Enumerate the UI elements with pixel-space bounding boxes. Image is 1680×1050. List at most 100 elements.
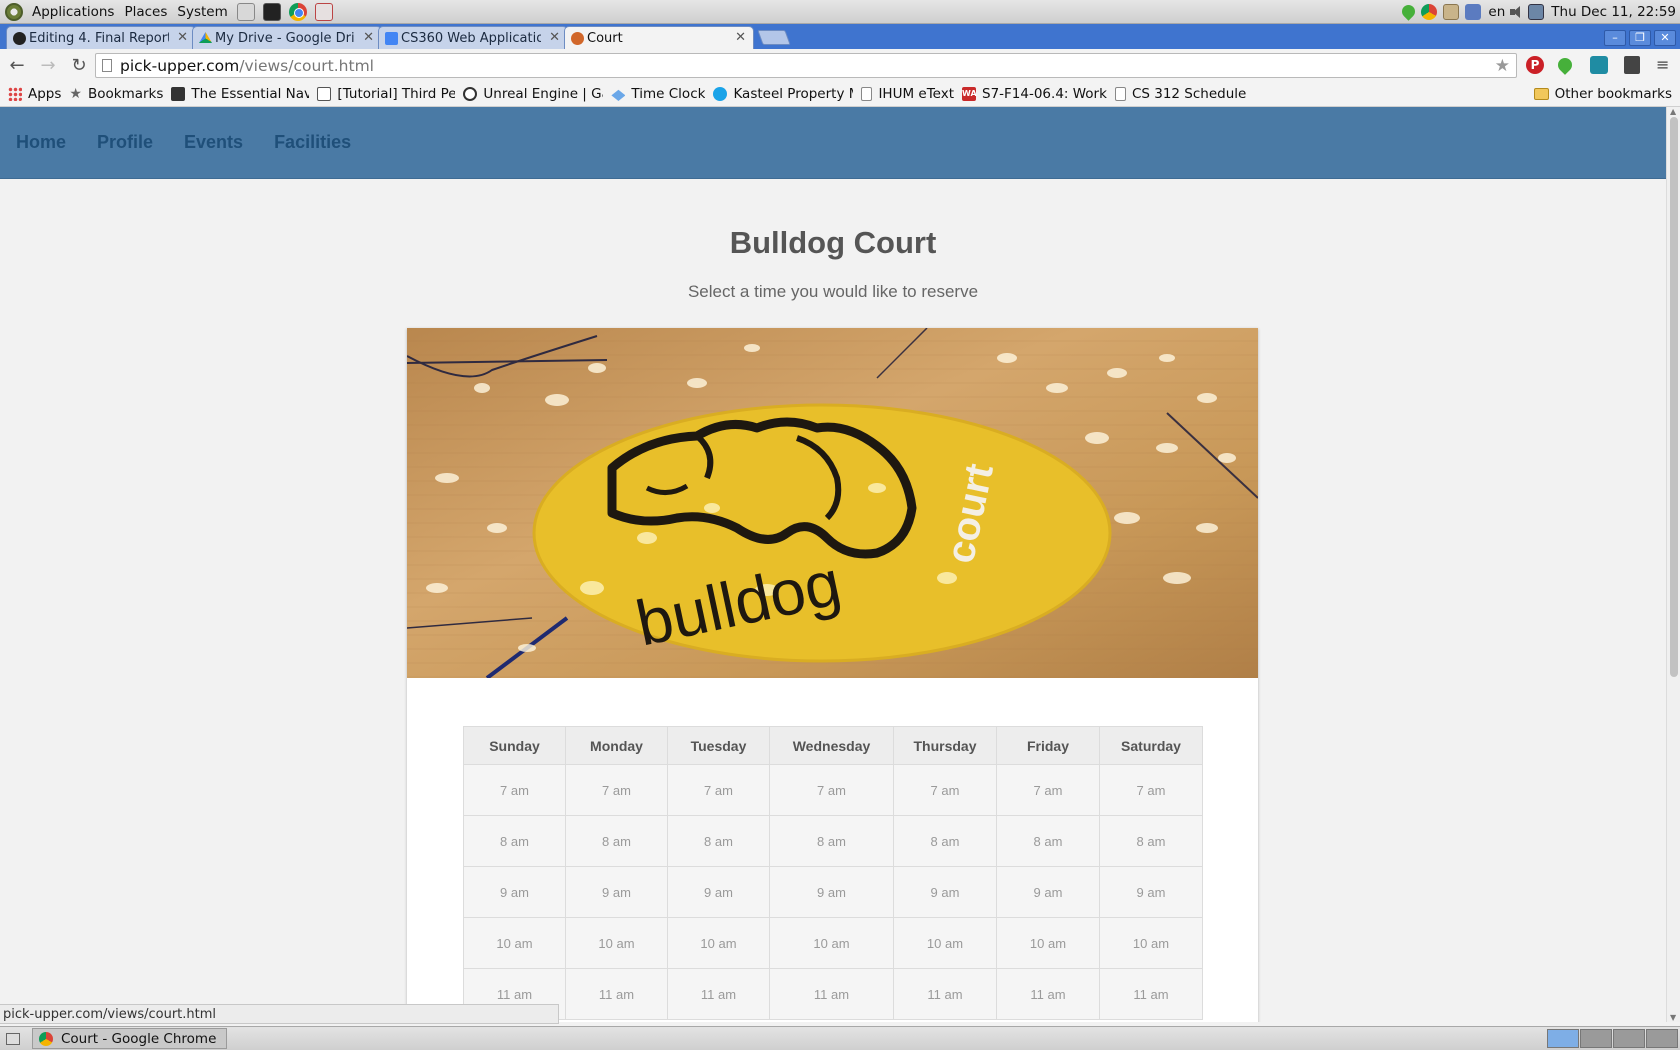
- bookmark-item[interactable]: [Tutorial] Third Per: [317, 86, 455, 102]
- address-bar[interactable]: pick-upper.com/views/court.html ★: [95, 53, 1517, 78]
- time-slot-thursday[interactable]: 7 am: [893, 764, 997, 816]
- time-slot-thursday[interactable]: 11 am: [893, 968, 997, 1020]
- pinterest-extension-icon[interactable]: P: [1526, 56, 1544, 74]
- minimize-window-icon[interactable]: –: [1604, 30, 1626, 46]
- panel-clock[interactable]: Thu Dec 11, 22:59: [1551, 4, 1676, 20]
- close-tab-icon[interactable]: ✕: [177, 30, 188, 45]
- back-arrow-icon[interactable]: ←: [3, 53, 31, 79]
- page-scrollbar[interactable]: ▲ ▼: [1666, 107, 1680, 1022]
- nav-link-home[interactable]: Home: [16, 132, 66, 153]
- chrome-launcher-icon[interactable]: [288, 2, 307, 21]
- bookmark-item[interactable]: WA S7-F14-06.4: Work: [962, 86, 1107, 102]
- time-slot-tuesday[interactable]: 8 am: [667, 815, 770, 867]
- other-bookmarks-folder[interactable]: Other bookmarks: [1533, 86, 1672, 102]
- evernote-extension-icon[interactable]: [1555, 55, 1575, 75]
- time-slot-friday[interactable]: 9 am: [996, 866, 1100, 918]
- time-slot-wednesday[interactable]: 9 am: [769, 866, 894, 918]
- browser-tab-active[interactable]: Court ✕: [564, 26, 754, 49]
- time-slot-tuesday[interactable]: 9 am: [667, 866, 770, 918]
- workspace-3[interactable]: [1613, 1029, 1645, 1048]
- bookmark-star-icon[interactable]: ★: [1495, 56, 1510, 76]
- scroll-down-arrow-icon[interactable]: ▼: [1670, 1013, 1676, 1022]
- bookmark-apps[interactable]: Apps: [8, 86, 61, 102]
- new-tab-button[interactable]: [757, 30, 791, 45]
- applications-menu[interactable]: Applications: [27, 4, 119, 20]
- volume-icon[interactable]: [1509, 5, 1525, 19]
- bookmark-folder-bookmarks[interactable]: ★ Bookmarks: [69, 86, 163, 102]
- time-slot-friday[interactable]: 11 am: [996, 968, 1100, 1020]
- time-slot-friday[interactable]: 8 am: [996, 815, 1100, 867]
- browser-tab[interactable]: Editing 4. Final Report ✕: [6, 26, 196, 49]
- time-slot-wednesday[interactable]: 10 am: [769, 917, 894, 969]
- nav-link-facilities[interactable]: Facilities: [274, 132, 351, 153]
- time-slot-wednesday[interactable]: 8 am: [769, 815, 894, 867]
- close-window-icon[interactable]: ✕: [1654, 30, 1676, 46]
- close-tab-icon[interactable]: ✕: [363, 30, 374, 45]
- close-tab-icon[interactable]: ✕: [549, 30, 560, 45]
- time-slot-saturday[interactable]: 9 am: [1099, 866, 1203, 918]
- clipboard-tray-icon[interactable]: [1443, 3, 1460, 20]
- workspace-4[interactable]: [1646, 1029, 1678, 1048]
- time-slot-tuesday[interactable]: 7 am: [667, 764, 770, 816]
- evernote-tray-icon[interactable]: [1399, 2, 1419, 21]
- scroll-up-arrow-icon[interactable]: ▲: [1670, 107, 1676, 116]
- chrome-tray-icon[interactable]: [1421, 3, 1438, 20]
- time-slot-friday[interactable]: 10 am: [996, 917, 1100, 969]
- time-slot-saturday[interactable]: 11 am: [1099, 968, 1203, 1020]
- workspace-1[interactable]: [1547, 1029, 1579, 1048]
- time-slot-saturday[interactable]: 7 am: [1099, 764, 1203, 816]
- time-slot-thursday[interactable]: 9 am: [893, 866, 997, 918]
- bookmark-item[interactable]: Time Clock: [611, 86, 705, 102]
- time-slot-sunday[interactable]: 9 am: [463, 866, 566, 918]
- extension-icon[interactable]: [1590, 56, 1608, 74]
- time-slot-monday[interactable]: 10 am: [565, 917, 668, 969]
- distro-logo-icon[interactable]: [5, 2, 23, 21]
- time-slot-saturday[interactable]: 10 am: [1099, 917, 1203, 969]
- time-slot-thursday[interactable]: 8 am: [893, 815, 997, 867]
- bookmark-item[interactable]: Unreal Engine | Ga: [463, 86, 603, 102]
- close-tab-icon[interactable]: ✕: [735, 30, 746, 45]
- time-slot-saturday[interactable]: 8 am: [1099, 815, 1203, 867]
- time-slot-sunday[interactable]: 10 am: [463, 917, 566, 969]
- scrollbar-thumb[interactable]: [1670, 117, 1678, 677]
- bookmark-item[interactable]: The Essential Navy: [171, 86, 309, 102]
- forward-arrow-icon[interactable]: →: [34, 53, 62, 79]
- time-slot-wednesday[interactable]: 11 am: [769, 968, 894, 1020]
- browser-tab[interactable]: CS360 Web Applicatio ✕: [378, 26, 568, 49]
- nav-link-profile[interactable]: Profile: [97, 132, 153, 153]
- time-slot-monday[interactable]: 9 am: [565, 866, 668, 918]
- show-desktop-icon[interactable]: [6, 1032, 20, 1045]
- system-menu[interactable]: System: [172, 4, 232, 20]
- reload-icon[interactable]: ↻: [65, 53, 93, 79]
- taskbar-window-button[interactable]: Court - Google Chrome: [32, 1028, 227, 1049]
- schedule-row: 10 am 10 am 10 am 10 am 10 am 10 am 10 am: [463, 917, 1203, 969]
- bookmark-label: IHUM eText: [878, 86, 954, 102]
- bookmark-item[interactable]: CS 312 Schedule: [1114, 86, 1246, 102]
- time-slot-friday[interactable]: 7 am: [996, 764, 1100, 816]
- chrome-menu-icon[interactable]: ≡: [1656, 57, 1672, 73]
- time-slot-sunday[interactable]: 7 am: [463, 764, 566, 816]
- bookmark-item[interactable]: Kasteel Property M: [713, 86, 853, 102]
- time-slot-monday[interactable]: 8 am: [565, 815, 668, 867]
- file-manager-launcher-icon[interactable]: [236, 2, 255, 21]
- updates-tray-icon[interactable]: [1465, 3, 1482, 20]
- time-slot-thursday[interactable]: 10 am: [893, 917, 997, 969]
- network-icon[interactable]: [1528, 3, 1545, 20]
- browser-tab[interactable]: My Drive - Google Dri ✕: [192, 26, 382, 49]
- time-slot-tuesday[interactable]: 11 am: [667, 968, 770, 1020]
- time-slot-sunday[interactable]: 8 am: [463, 815, 566, 867]
- workspace-2[interactable]: [1580, 1029, 1612, 1048]
- bookmark-item[interactable]: IHUM eText: [861, 86, 954, 102]
- eyedropper-extension-icon[interactable]: [1624, 56, 1640, 74]
- time-slot-monday[interactable]: 7 am: [565, 764, 668, 816]
- restore-window-icon[interactable]: ❐: [1629, 30, 1651, 46]
- time-slot-wednesday[interactable]: 7 am: [769, 764, 894, 816]
- time-slot-tuesday[interactable]: 10 am: [667, 917, 770, 969]
- nav-link-events[interactable]: Events: [184, 132, 243, 153]
- keyboard-language-indicator[interactable]: en: [1488, 4, 1505, 20]
- places-menu[interactable]: Places: [119, 4, 172, 20]
- time-slot-monday[interactable]: 11 am: [565, 968, 668, 1020]
- page-info-icon[interactable]: [102, 59, 112, 72]
- terminal-launcher-icon[interactable]: [262, 2, 281, 21]
- utility-launcher-icon[interactable]: [314, 2, 333, 21]
